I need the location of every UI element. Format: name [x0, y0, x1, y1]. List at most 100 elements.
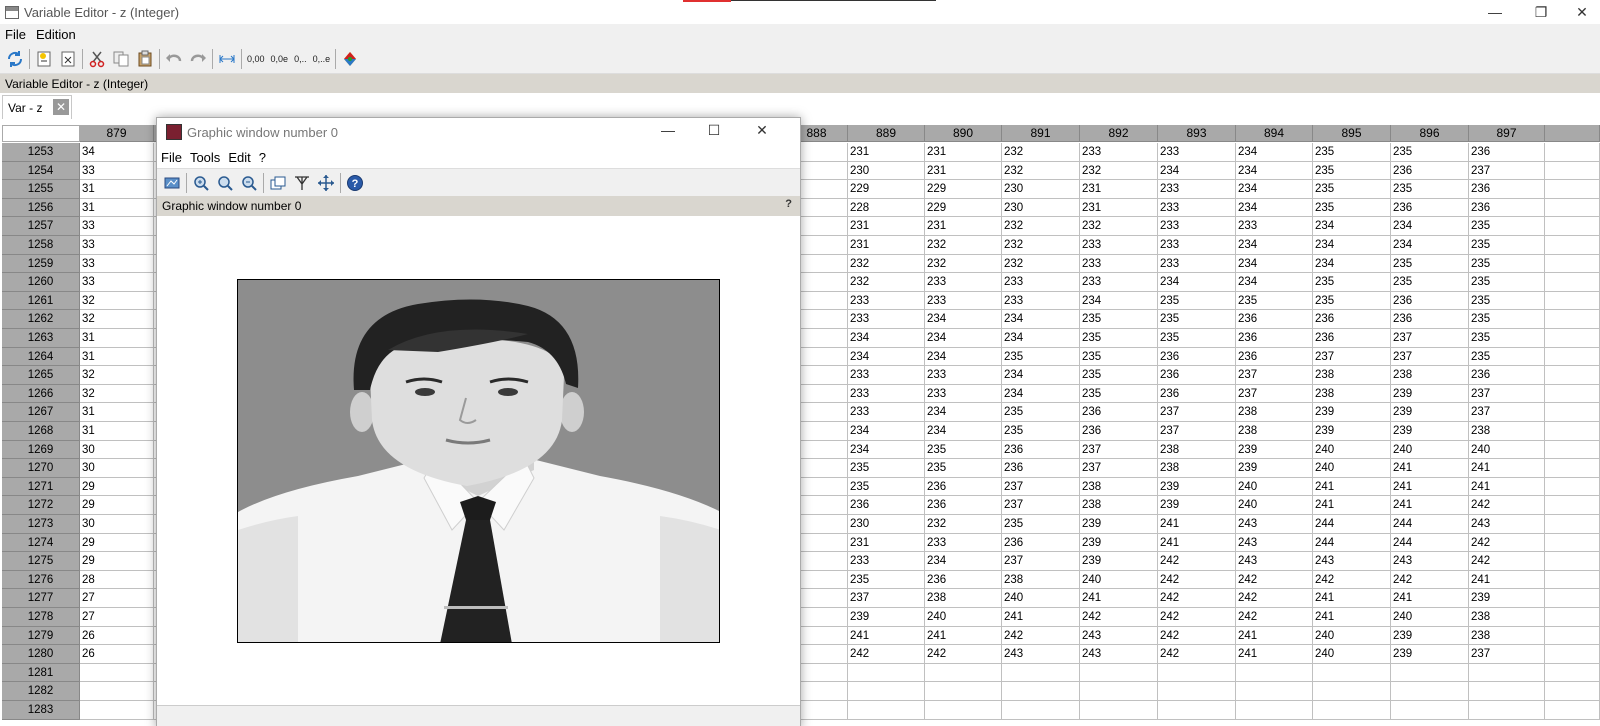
table-cell[interactable] [1236, 663, 1313, 683]
table-cell[interactable]: 233 [1002, 273, 1080, 292]
table-cell[interactable]: 234 [1391, 217, 1469, 236]
table-cell[interactable] [925, 682, 1002, 701]
table-cell[interactable]: 232 [1080, 161, 1158, 181]
graphic-menu-edit[interactable]: Edit [224, 150, 254, 165]
table-cell[interactable]: 26 [80, 645, 154, 664]
table-cell[interactable]: 239 [1080, 552, 1158, 571]
table-cell[interactable]: 236 [1002, 533, 1080, 553]
table-cell[interactable] [80, 663, 154, 683]
table-cell[interactable]: 234 [848, 422, 925, 441]
table-cell[interactable]: 240 [925, 608, 1002, 627]
table-cell[interactable]: 237 [1236, 384, 1313, 404]
table-cell[interactable]: 235 [1391, 254, 1469, 274]
table-cell[interactable]: 231 [1080, 180, 1158, 199]
table-cell[interactable]: 241 [1158, 533, 1236, 553]
table-cell[interactable]: 236 [1158, 347, 1236, 367]
table-cell[interactable]: 242 [1158, 626, 1236, 646]
row-header[interactable]: 1258 [2, 236, 80, 255]
table-cell[interactable]: 235 [1080, 384, 1158, 404]
menu-file[interactable]: File [0, 27, 31, 42]
table-cell[interactable]: 33 [80, 254, 154, 274]
table-cell[interactable]: 240 [1313, 626, 1391, 646]
table-cell[interactable]: 233 [925, 533, 1002, 553]
table-cell[interactable]: 236 [1236, 329, 1313, 348]
table-cell[interactable]: 237 [1002, 552, 1080, 571]
table-cell[interactable]: 234 [1002, 310, 1080, 329]
table-cell[interactable]: 29 [80, 496, 154, 515]
table-cell[interactable]: 241 [1080, 589, 1158, 608]
table-cell[interactable]: 233 [1080, 143, 1158, 162]
table-cell[interactable]: 28 [80, 570, 154, 590]
table-cell[interactable]: 241 [1391, 496, 1469, 515]
table-cell[interactable] [1313, 701, 1391, 720]
table-cell[interactable] [1391, 682, 1469, 701]
format-short-exp-button[interactable]: 0,..e [310, 54, 334, 64]
table-cell[interactable]: 235 [848, 459, 925, 478]
table-cell[interactable]: 241 [925, 626, 1002, 646]
row-header[interactable]: 1255 [2, 180, 80, 199]
column-header[interactable]: 897 [1469, 125, 1545, 142]
table-cell[interactable] [925, 701, 1002, 720]
table-cell[interactable]: 239 [1391, 403, 1469, 422]
table-cell[interactable]: 235 [1313, 143, 1391, 162]
table-cell[interactable]: 239 [1158, 496, 1236, 515]
table-cell[interactable]: 237 [1469, 645, 1545, 664]
table-cell[interactable]: 235 [1469, 273, 1545, 292]
table-cell[interactable]: 31 [80, 198, 154, 218]
table-cell[interactable]: 235 [1469, 291, 1545, 311]
table-cell[interactable] [80, 701, 154, 720]
table-cell[interactable]: 233 [1158, 180, 1236, 199]
rotate-icon[interactable] [160, 171, 184, 195]
table-cell[interactable]: 235 [1313, 180, 1391, 199]
table-cell[interactable]: 233 [1158, 254, 1236, 274]
table-cell[interactable]: 238 [1469, 608, 1545, 627]
table-cell[interactable]: 236 [1002, 440, 1080, 460]
table-cell[interactable]: 235 [1080, 329, 1158, 348]
row-header[interactable]: 1273 [2, 515, 80, 534]
table-cell[interactable]: 233 [925, 273, 1002, 292]
table-cell[interactable]: 237 [1391, 347, 1469, 367]
table-cell[interactable]: 244 [1391, 533, 1469, 553]
table-cell[interactable]: 237 [1002, 477, 1080, 497]
table-cell[interactable]: 237 [1080, 459, 1158, 478]
table-cell[interactable]: 234 [1236, 254, 1313, 274]
table-cell[interactable]: 241 [1469, 459, 1545, 478]
zoom-reset-icon[interactable] [213, 171, 237, 195]
table-cell[interactable]: 234 [848, 440, 925, 460]
table-cell[interactable]: 236 [1158, 366, 1236, 385]
row-header[interactable]: 1276 [2, 570, 80, 590]
table-cell[interactable]: 234 [1236, 180, 1313, 199]
table-cell[interactable]: 234 [1313, 217, 1391, 236]
graphic-maximize-button[interactable]: ☐ [691, 118, 737, 142]
table-cell[interactable]: 242 [1158, 608, 1236, 627]
table-cell[interactable] [1236, 682, 1313, 701]
close-button[interactable]: ✕ [1564, 0, 1600, 24]
table-cell[interactable]: 243 [1236, 533, 1313, 553]
new-file-icon[interactable] [32, 47, 56, 71]
row-header[interactable]: 1262 [2, 310, 80, 329]
table-cell[interactable]: 235 [1469, 217, 1545, 236]
table-cell[interactable]: 234 [1236, 236, 1313, 255]
table-cell[interactable]: 243 [1236, 552, 1313, 571]
table-cell[interactable]: 237 [1469, 161, 1545, 181]
table-cell[interactable]: 30 [80, 459, 154, 478]
select-figure-icon[interactable] [266, 171, 290, 195]
row-header[interactable]: 1256 [2, 198, 80, 218]
table-cell[interactable] [1469, 701, 1545, 720]
table-cell[interactable]: 234 [925, 329, 1002, 348]
table-cell[interactable]: 238 [1313, 366, 1391, 385]
table-cell[interactable]: 242 [925, 645, 1002, 664]
table-cell[interactable] [1080, 682, 1158, 701]
table-cell[interactable]: 235 [1469, 254, 1545, 274]
table-cell[interactable]: 34 [80, 143, 154, 162]
table-cell[interactable]: 242 [1313, 570, 1391, 590]
table-cell[interactable] [925, 663, 1002, 683]
table-cell[interactable]: 33 [80, 236, 154, 255]
plot-icon[interactable] [338, 47, 362, 71]
table-cell[interactable]: 242 [1158, 645, 1236, 664]
table-cell[interactable]: 240 [1313, 459, 1391, 478]
table-cell[interactable] [1469, 663, 1545, 683]
table-cell[interactable]: 242 [1158, 552, 1236, 571]
table-cell[interactable]: 234 [848, 329, 925, 348]
table-cell[interactable]: 235 [1313, 161, 1391, 181]
